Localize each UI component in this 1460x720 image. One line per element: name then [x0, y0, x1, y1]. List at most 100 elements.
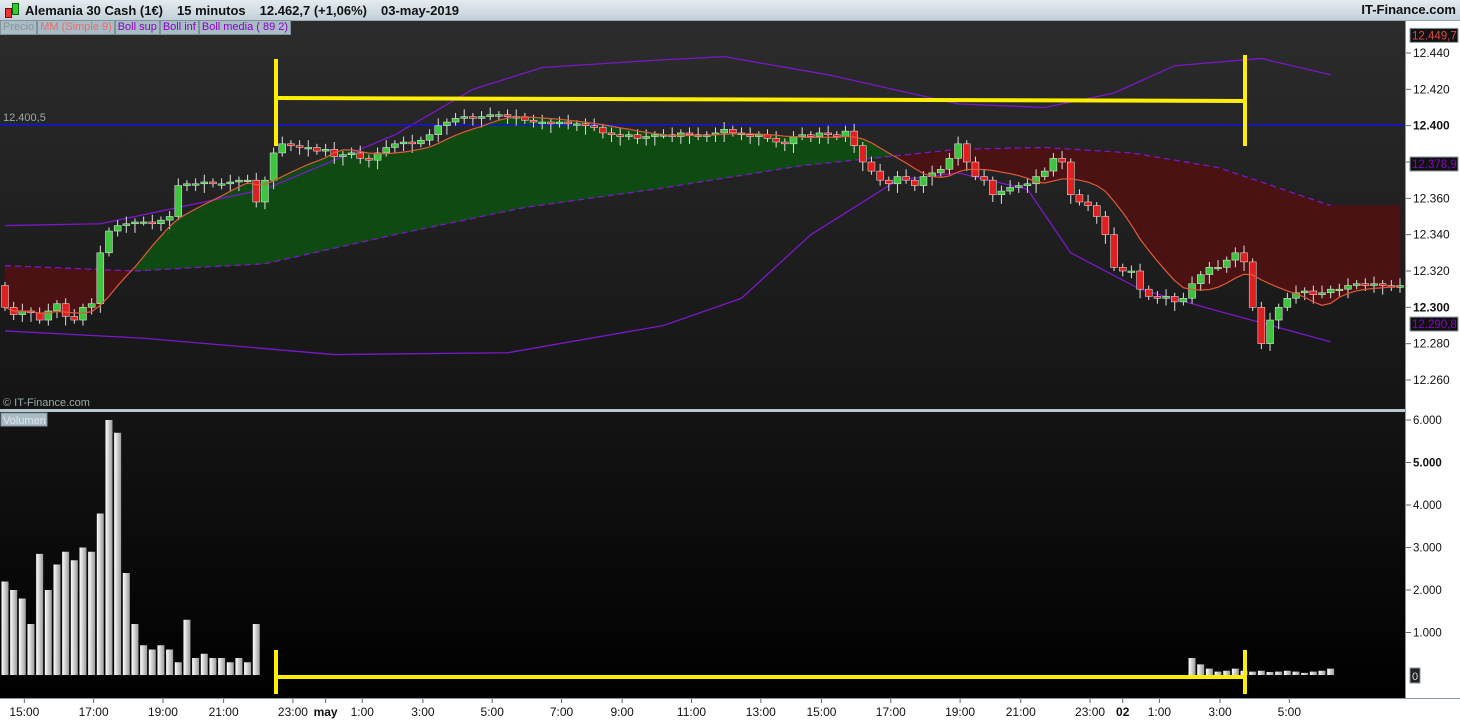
time-tick-label: 13:00	[746, 705, 776, 719]
candle-up	[399, 141, 408, 145]
candle-down	[1136, 270, 1144, 290]
candle-up	[1188, 283, 1196, 299]
ma-media-fill	[1174, 159, 1184, 289]
candle-down	[35, 312, 44, 321]
candle-up	[200, 181, 209, 185]
legend-precio[interactable]: Precio	[0, 20, 38, 35]
ma-media-fill	[169, 218, 179, 270]
ma-media-fill	[377, 153, 387, 239]
legend-boll-media[interactable]: Boll media ( 89 2)	[198, 20, 292, 35]
candle-down	[685, 132, 694, 136]
candle-up	[789, 136, 798, 145]
ma-media-fill	[515, 116, 526, 210]
volume-bar	[1205, 668, 1213, 675]
candle-up	[625, 134, 633, 137]
candle-down	[980, 176, 988, 181]
ma-media-fill	[602, 124, 612, 197]
volume-bar	[36, 553, 44, 675]
ma-media-fill	[1079, 149, 1089, 183]
legend-mm[interactable]: MM (Simple 9)	[37, 20, 115, 35]
volume-bar	[10, 590, 18, 675]
price-volume-chart[interactable]: 12.400,5 12.44012.42012.40012.38012.3601…	[0, 0, 1460, 720]
price-tick-label: 12.400	[1413, 119, 1450, 133]
ma-media-fill	[637, 130, 647, 193]
time-tick-label: 5:00	[1278, 705, 1302, 719]
ma-media-fill	[177, 213, 188, 269]
legend-boll-inf[interactable]: Boll inf	[159, 20, 199, 35]
ma-media-fill	[715, 133, 725, 180]
ma-media-fill	[203, 199, 214, 268]
time-tick-label: 1:00	[351, 705, 375, 719]
candle-up	[1214, 267, 1222, 270]
candle-down	[287, 143, 295, 146]
time-tick-label: may	[314, 705, 338, 719]
volume-bar	[183, 619, 191, 675]
candle-up	[417, 139, 425, 145]
candle-down	[963, 143, 971, 163]
candle-down	[1309, 290, 1318, 295]
ma-media-fill	[30, 266, 40, 314]
ma-media-fill	[1373, 205, 1383, 289]
candle-up	[443, 121, 451, 126]
price-tick-label: 12.360	[1413, 191, 1450, 205]
ma-media-fill	[550, 118, 560, 205]
candle-down	[564, 121, 572, 125]
candle-down	[408, 141, 416, 145]
ma-media-fill	[983, 148, 994, 171]
candle-up	[122, 223, 131, 226]
legend-boll-sup[interactable]: Boll sup	[114, 20, 160, 35]
ma-media-fill	[351, 149, 361, 245]
ma-media-fill	[645, 131, 656, 191]
ma-media-fill	[394, 151, 404, 236]
time-tick-label: 5:00	[481, 705, 505, 719]
price-marker-label: 12.449,7	[1412, 30, 1457, 42]
candle-up	[226, 181, 235, 185]
volume-bar	[27, 624, 35, 675]
candle-down	[1248, 261, 1257, 308]
candle-down	[1170, 296, 1179, 303]
volume-bar	[174, 662, 182, 675]
time-tick-label: 21:00	[209, 705, 239, 719]
candle-up	[538, 121, 546, 124]
candle-down	[209, 181, 217, 185]
volume-bar	[226, 662, 234, 675]
indicator-legend: Precio MM (Simple 9) Boll sup Boll inf B…	[0, 20, 292, 35]
ma-media-fill	[1157, 156, 1167, 273]
ma-media-fill	[1001, 147, 1011, 175]
candle-up	[997, 190, 1006, 195]
ma-media-fill	[1183, 161, 1193, 290]
candle-up	[304, 147, 313, 150]
volume-tick-label: 1.000	[1413, 628, 1442, 640]
ma-media-fill	[1365, 205, 1375, 290]
panel-divider[interactable]	[0, 409, 1405, 412]
ma-media-fill	[1235, 172, 1245, 279]
ma-media-fill	[212, 195, 222, 267]
volume-bar	[1249, 671, 1257, 675]
ma-media-fill	[290, 167, 300, 259]
candle-up	[893, 176, 902, 185]
candle-down	[1240, 252, 1248, 263]
candle-down	[607, 132, 616, 136]
ma-media-fill	[1087, 149, 1098, 187]
volume-bar	[44, 590, 52, 675]
ma-media-fill	[758, 133, 768, 173]
candle-down	[824, 132, 832, 136]
candle-up	[1196, 274, 1205, 284]
ma-media-fill	[420, 146, 430, 230]
time-tick-label: 7:00	[550, 705, 574, 719]
ma-media-fill	[593, 123, 604, 199]
candle-up	[1318, 292, 1326, 295]
ma-media-fill	[411, 148, 422, 232]
reference-line-label: 12.400,5	[3, 112, 46, 124]
candle-up	[486, 114, 494, 117]
ma-media-fill	[195, 203, 205, 268]
ma-media-fill	[671, 135, 682, 187]
volume-bar	[96, 513, 104, 675]
candle-down	[1257, 307, 1266, 344]
candle-up	[96, 252, 105, 304]
ma-media-fill	[316, 157, 326, 253]
volume-bar	[1292, 671, 1300, 675]
ma-media-fill	[1347, 205, 1357, 294]
candle-down	[503, 114, 512, 117]
volume-bar	[1188, 658, 1196, 675]
